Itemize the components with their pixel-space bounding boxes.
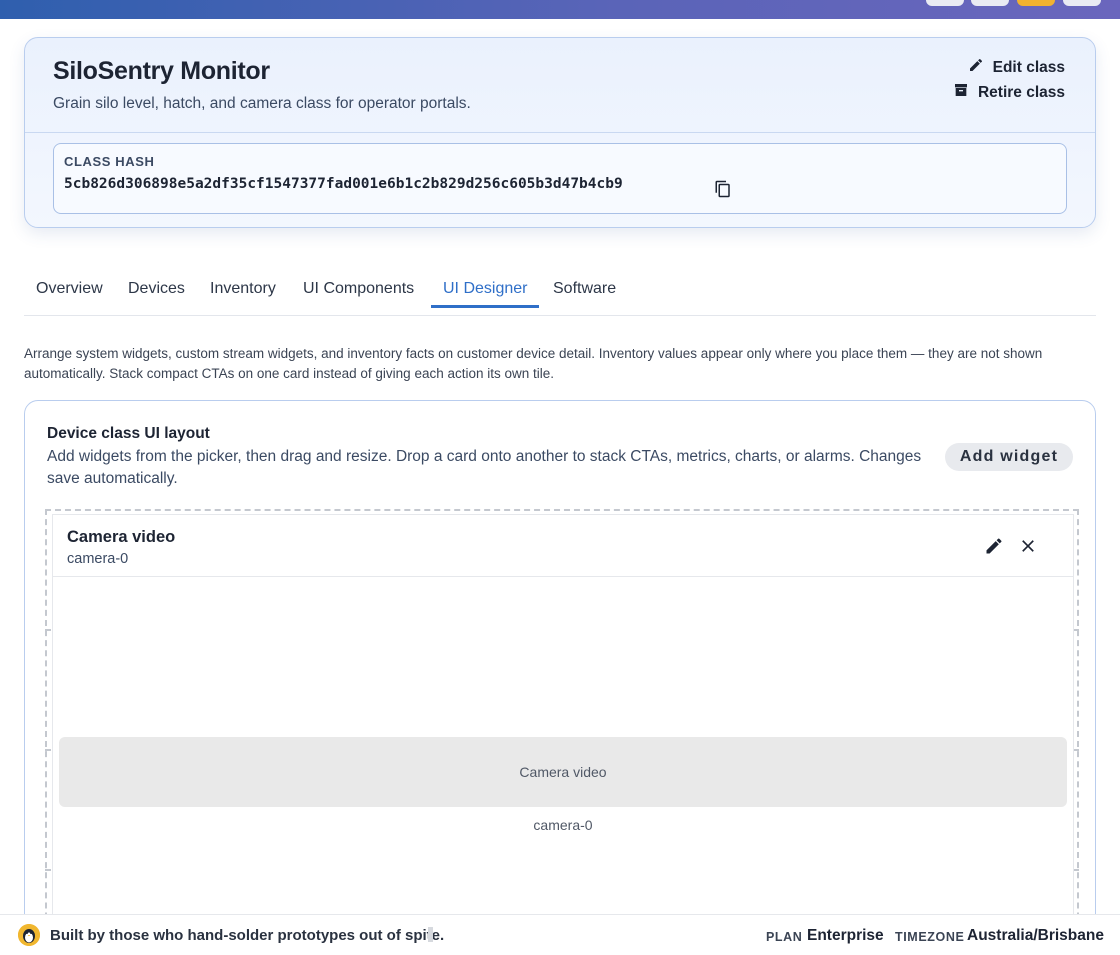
archive-icon — [953, 82, 969, 103]
tab-devices[interactable]: Devices — [116, 278, 197, 308]
pencil-icon — [968, 57, 984, 78]
class-header: SiloSentry Monitor Grain silo level, hat… — [25, 38, 1095, 133]
footer-tagline: Built by those who hand-solder prototype… — [50, 927, 445, 944]
retire-class-button[interactable]: Retire class — [953, 82, 1065, 103]
tab-software[interactable]: Software — [541, 278, 628, 308]
class-hash-box: CLASS HASH 5cb826d306898e5a2df35cf154737… — [53, 143, 1067, 214]
widget-subtitle: camera-0 — [67, 551, 129, 567]
layout-grid: Camera video camera-0 Camera video camer… — [45, 509, 1079, 955]
layout-description: Add widgets from the picker, then drag a… — [47, 448, 922, 487]
app-footer: Built by those who hand-solder prototype… — [0, 914, 1120, 955]
plan-value: Enterprise — [807, 927, 884, 944]
tab-inventory[interactable]: Inventory — [198, 278, 288, 308]
top-bar-button[interactable] — [1063, 0, 1101, 6]
timezone-label: TIMEZONE — [895, 930, 965, 944]
class-hash-value[interactable]: 5cb826d306898e5a2df35cf1547377fad001e6b1… — [64, 176, 623, 192]
plan-label: PLAN — [766, 930, 803, 944]
widget-header: Camera video camera-0 — [53, 515, 1073, 577]
penguin-logo-icon — [18, 924, 40, 946]
class-title: SiloSentry Monitor — [53, 57, 270, 85]
camera-video-placeholder: Camera video — [59, 737, 1067, 807]
top-bar-button[interactable] — [971, 0, 1009, 6]
edit-class-label: Edit class — [992, 58, 1065, 76]
retire-class-label: Retire class — [977, 83, 1065, 101]
app-top-bar — [0, 0, 1120, 19]
ui-layout-card: Device class UI layout Add widgets from … — [24, 400, 1096, 955]
designer-intro-text: Arrange system widgets, custom stream wi… — [24, 346, 1043, 381]
top-bar-accent-button[interactable] — [1017, 0, 1055, 6]
close-icon[interactable] — [1018, 536, 1038, 556]
tab-overview[interactable]: Overview — [24, 278, 115, 308]
footer-divider — [428, 927, 433, 942]
class-tabs: Overview Devices Inventory UI Components… — [24, 268, 1096, 316]
copy-icon[interactable] — [714, 180, 732, 198]
edit-widget-icon[interactable] — [984, 536, 1004, 556]
class-description: Grain silo level, hatch, and camera clas… — [53, 95, 471, 112]
tab-ui-components[interactable]: UI Components — [291, 278, 426, 308]
top-bar-button[interactable] — [926, 0, 964, 6]
edit-class-button[interactable]: Edit class — [968, 57, 1065, 78]
timezone-value: Australia/Brisbane — [967, 927, 1104, 944]
widget-title: Camera video — [67, 528, 176, 546]
tab-ui-designer[interactable]: UI Designer — [431, 278, 540, 308]
class-summary-card: SiloSentry Monitor Grain silo level, hat… — [24, 37, 1096, 228]
camera-video-caption: camera-0 — [533, 817, 593, 833]
layout-title: Device class UI layout — [47, 425, 210, 442]
add-widget-button[interactable]: Add widget — [945, 443, 1073, 471]
class-hash-label: CLASS HASH — [64, 154, 155, 169]
camera-video-widget[interactable]: Camera video camera-0 Camera video camer… — [52, 514, 1074, 955]
